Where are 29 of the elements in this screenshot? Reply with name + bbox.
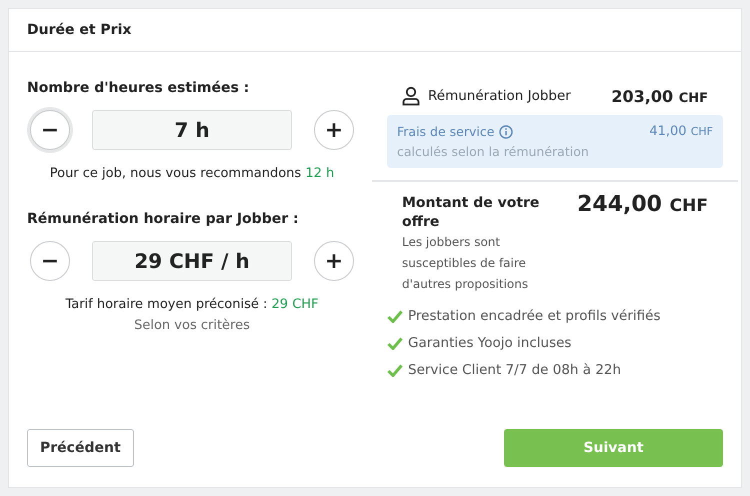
service-fee-label: Frais de service bbox=[397, 124, 494, 139]
increment-button[interactable]: + bbox=[314, 110, 354, 150]
check-icon bbox=[387, 310, 403, 322]
info-icon[interactable] bbox=[499, 124, 514, 138]
total-note: Les jobbers sont susceptibles de faire d'autres propositions bbox=[402, 234, 530, 293]
recommendation-text: Tarif horaire moyen préconisé : 29 CHF bbox=[64, 297, 320, 312]
jobber-pay-label: Rémunération Jobber bbox=[428, 88, 571, 104]
user-icon bbox=[402, 86, 420, 106]
guarantee-text: Garanties Yoojo incluses bbox=[408, 335, 572, 351]
decrement-button[interactable]: − bbox=[30, 110, 70, 150]
service-fee-note: calculés selon la rémunération bbox=[397, 144, 589, 159]
decrement-button[interactable]: − bbox=[30, 241, 70, 281]
total-label: Montant de votre offre bbox=[402, 195, 540, 230]
increment-button[interactable]: + bbox=[314, 241, 354, 281]
recommendation-text: Pour ce job, nous vous recommandons 12 h bbox=[48, 166, 336, 181]
jobber-pay-amount: 203,00 CHF bbox=[611, 86, 708, 106]
criteria-note: Selon vos critères bbox=[133, 318, 251, 333]
service-fee-amount: 41,00 CHF bbox=[649, 124, 713, 141]
total-amount: 244,00 CHF bbox=[577, 192, 708, 219]
check-icon bbox=[387, 336, 403, 350]
guarantee-text: Prestation encadrée et profils vérifiés bbox=[408, 308, 660, 324]
guarantee-text: Service Client 7/7 de 08h à 22h bbox=[408, 362, 622, 378]
card-title: Durée et Prix bbox=[27, 22, 132, 38]
value-field[interactable]: 29 CHF / h bbox=[92, 241, 292, 281]
value-field[interactable]: 7 h bbox=[92, 110, 292, 150]
check-icon bbox=[387, 364, 403, 376]
field-label: Nombre d'heures estimées : bbox=[27, 80, 250, 96]
field-label: Rémunération horaire par Jobber : bbox=[27, 211, 300, 227]
previous-button[interactable]: Précédent bbox=[27, 429, 134, 467]
